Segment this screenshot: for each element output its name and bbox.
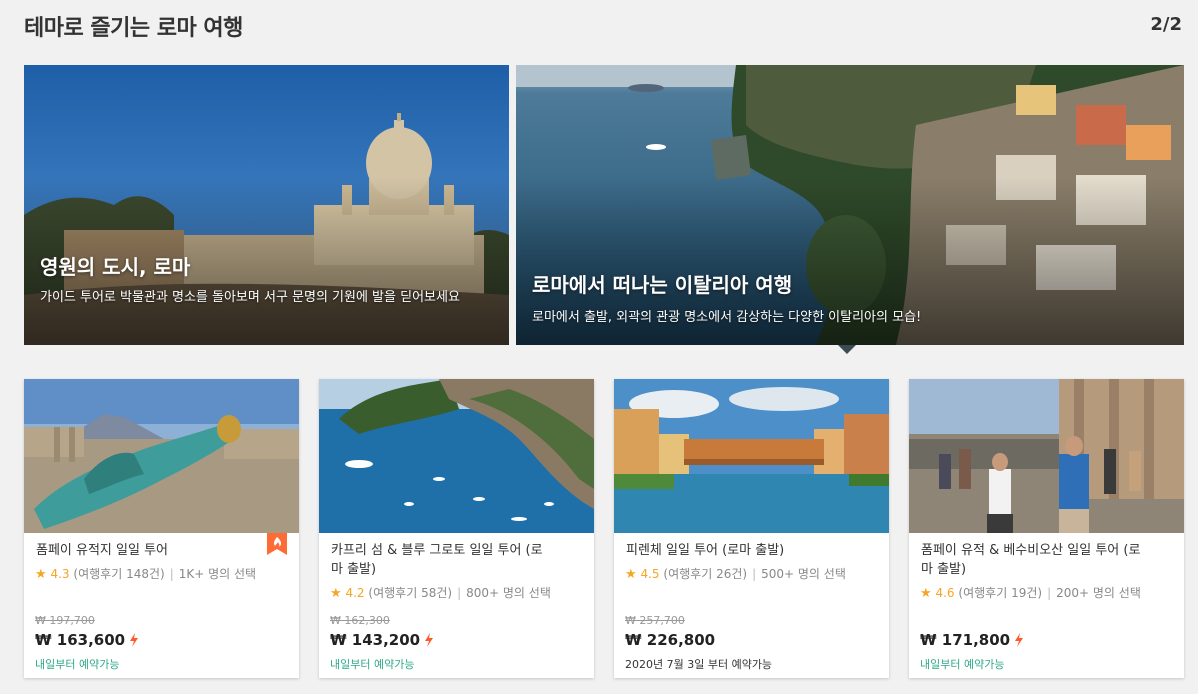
- tour-rating: ★ 4.2 (여행후기 58건) | 800+ 명의 선택: [330, 586, 551, 601]
- sale-price: ₩ 226,800: [625, 631, 715, 649]
- theme-description: 로마에서 출발, 외곽의 관광 명소에서 감상하는 다양한 이탈리아의 모습!: [532, 310, 922, 325]
- image-shade: [516, 65, 1184, 345]
- star-icon: ★: [35, 567, 47, 582]
- review-count: (여행후기 58건): [368, 586, 453, 600]
- theme-card-italy[interactable]: 로마에서 떠나는 이탈리아 여행 로마에서 출발, 외곽의 관광 명소에서 감상…: [516, 65, 1184, 345]
- tour-card[interactable]: 카프리 섬 & 블루 그로토 일일 투어 (로마 출발) ★ 4.2 (여행후기…: [319, 379, 594, 678]
- tour-name: 폼페이 유적지 일일 투어: [36, 543, 168, 558]
- rating-score: 4.5: [640, 567, 660, 581]
- original-price: ₩ 257,700: [625, 614, 685, 627]
- theme-title: 로마에서 떠나는 이탈리아 여행: [532, 273, 793, 297]
- lightning-bolt-icon: [425, 633, 434, 647]
- price-value: ₩ 226,800: [625, 631, 716, 649]
- original-price: ₩ 197,700: [35, 614, 95, 627]
- capri-photo: [319, 379, 594, 533]
- tour-card[interactable]: 폼페이 유적지 일일 투어 ★ 4.3 (여행후기 148건) | 1K+ 명의 선…: [24, 379, 299, 678]
- theme-description: 가이드 투어로 박물관과 명소를 돌아보며 서구 문명의 기원에 발을 딛어보세…: [40, 290, 460, 305]
- selection-count: 200+ 명의 선택: [1056, 586, 1141, 600]
- price-value: ₩ 163,600: [35, 631, 126, 649]
- selection-count: 500+ 명의 선택: [761, 567, 846, 581]
- florence-photo: [614, 379, 889, 533]
- review-count: (여행후기 148건): [73, 567, 165, 581]
- tour-rating: ★ 4.3 (여행후기 148건) | 1K+ 명의 선택: [35, 567, 257, 582]
- review-count: (여행후기 19건): [958, 586, 1043, 600]
- availability: 내일부터 예약가능: [35, 658, 120, 671]
- tour-name: 카프리 섬 & 블루 그로토 일일 투어 (로마 출발): [331, 543, 543, 577]
- availability: 내일부터 예약가능: [920, 658, 1005, 671]
- sale-price: ₩ 163,600: [35, 631, 139, 649]
- tour-rating: ★ 4.5 (여행후기 26건) | 500+ 명의 선택: [625, 567, 846, 582]
- sale-price: ₩ 143,200: [330, 631, 434, 649]
- theme-title: 영원의 도시, 로마: [40, 255, 191, 279]
- price-value: ₩ 171,800: [920, 631, 1011, 649]
- theme-card-rome[interactable]: 영원의 도시, 로마 가이드 투어로 박물관과 명소를 돌아보며 서구 문명의 …: [24, 65, 509, 345]
- selection-count: 1K+ 명의 선택: [178, 567, 257, 581]
- page-indicator: 2/2: [1150, 14, 1182, 35]
- hot-deal-badge-icon: [267, 533, 287, 555]
- lightning-bolt-icon: [1015, 633, 1024, 647]
- star-icon: ★: [330, 586, 342, 601]
- rating-score: 4.2: [345, 586, 365, 600]
- tour-card[interactable]: 폼페이 유적 & 베수비오산 일일 투어 (로마 출발) ★ 4.6 (여행후기…: [909, 379, 1184, 678]
- review-count: (여행후기 26건): [663, 567, 748, 581]
- availability: 내일부터 예약가능: [330, 658, 415, 671]
- selection-count: 800+ 명의 선택: [466, 586, 551, 600]
- rating-score: 4.3: [50, 567, 70, 581]
- star-icon: ★: [920, 586, 932, 601]
- tour-card[interactable]: 피렌체 일일 투어 (로마 출발) ★ 4.5 (여행후기 26건) | 500+ …: [614, 379, 889, 678]
- tour-rating: ★ 4.6 (여행후기 19건) | 200+ 명의 선택: [920, 586, 1141, 601]
- selected-theme-pointer: [838, 345, 856, 354]
- rating-score: 4.6: [935, 586, 955, 600]
- section-title: 테마로 즐기는 로마 여행: [24, 16, 243, 41]
- lightning-bolt-icon: [130, 633, 139, 647]
- pompeii-statue-photo: [24, 379, 299, 533]
- price-value: ₩ 143,200: [330, 631, 421, 649]
- availability: 2020년 7월 3일 부터 예약가능: [625, 658, 773, 671]
- tour-name: 피렌체 일일 투어 (로마 출발): [626, 543, 785, 558]
- sale-price: ₩ 171,800: [920, 631, 1024, 649]
- tour-name: 폼페이 유적 & 베수비오산 일일 투어 (로마 출발): [921, 543, 1141, 577]
- pompeii-ruins-photo: [909, 379, 1184, 533]
- original-price: ₩ 162,300: [330, 614, 390, 627]
- star-icon: ★: [625, 567, 637, 582]
